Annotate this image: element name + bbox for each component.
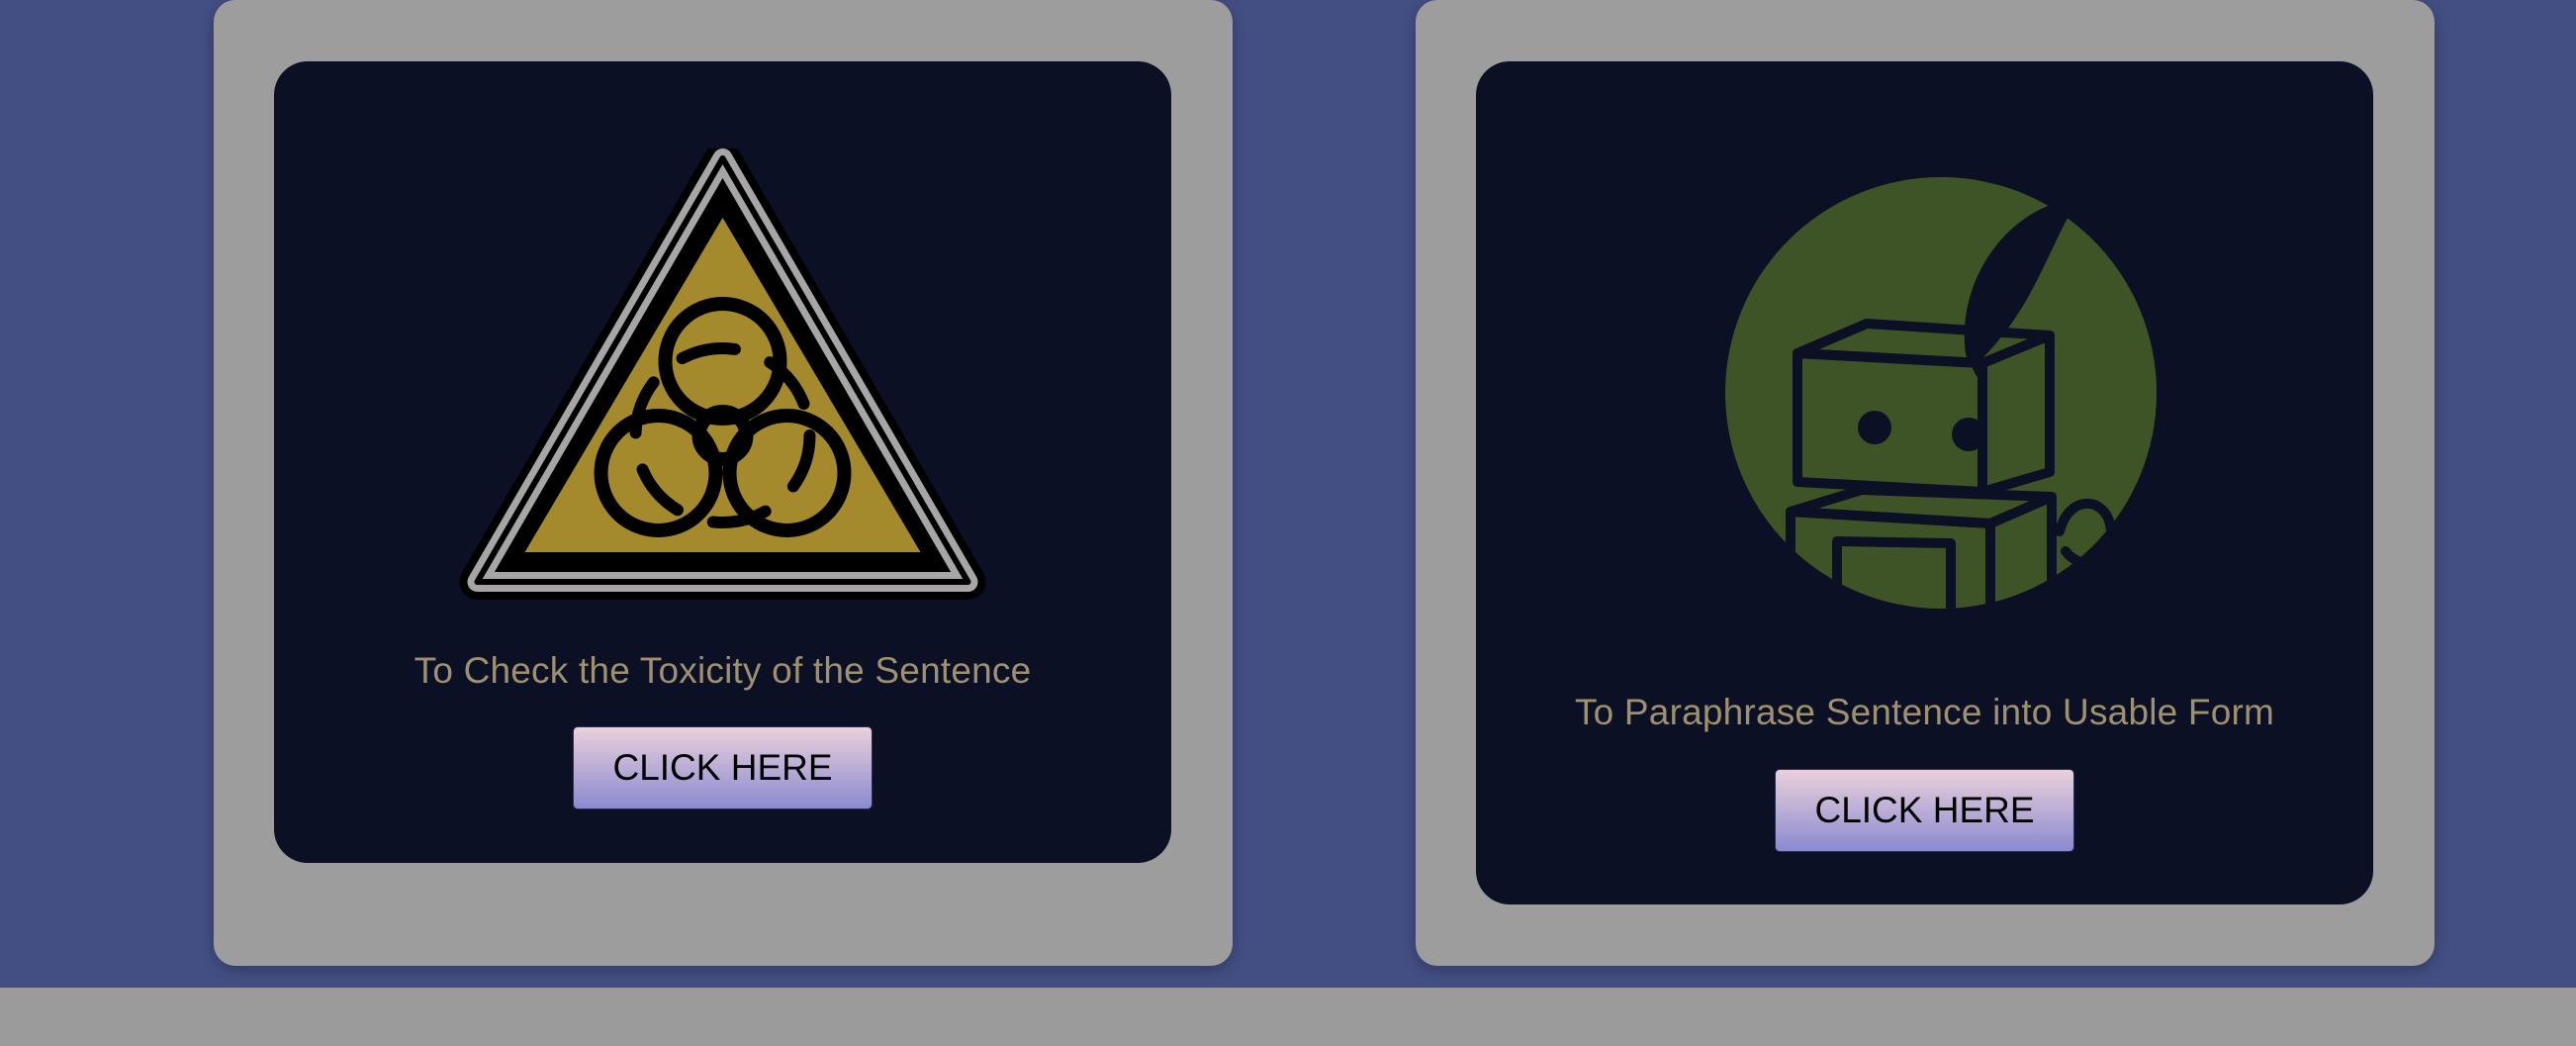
paraphrase-card: To Paraphrase Sentence into Usable Form … xyxy=(1416,0,2435,966)
toxicity-click-button[interactable]: CLICK HERE xyxy=(573,726,873,809)
robot-quill-icon xyxy=(1725,177,2157,609)
biohazard-warning-icon xyxy=(459,148,986,600)
toxicity-caption: To Check the Toxicity of the Sentence xyxy=(414,650,1032,691)
toxicity-card: To Check the Toxicity of the Sentence CL… xyxy=(214,0,1233,966)
paraphrase-click-button[interactable]: CLICK HERE xyxy=(1775,769,2074,852)
toxicity-card-panel: To Check the Toxicity of the Sentence CL… xyxy=(274,61,1171,863)
paraphrase-card-panel: To Paraphrase Sentence into Usable Form … xyxy=(1476,61,2373,904)
paraphrase-caption: To Paraphrase Sentence into Usable Form xyxy=(1574,692,2275,732)
footer-strip xyxy=(0,988,2576,1046)
